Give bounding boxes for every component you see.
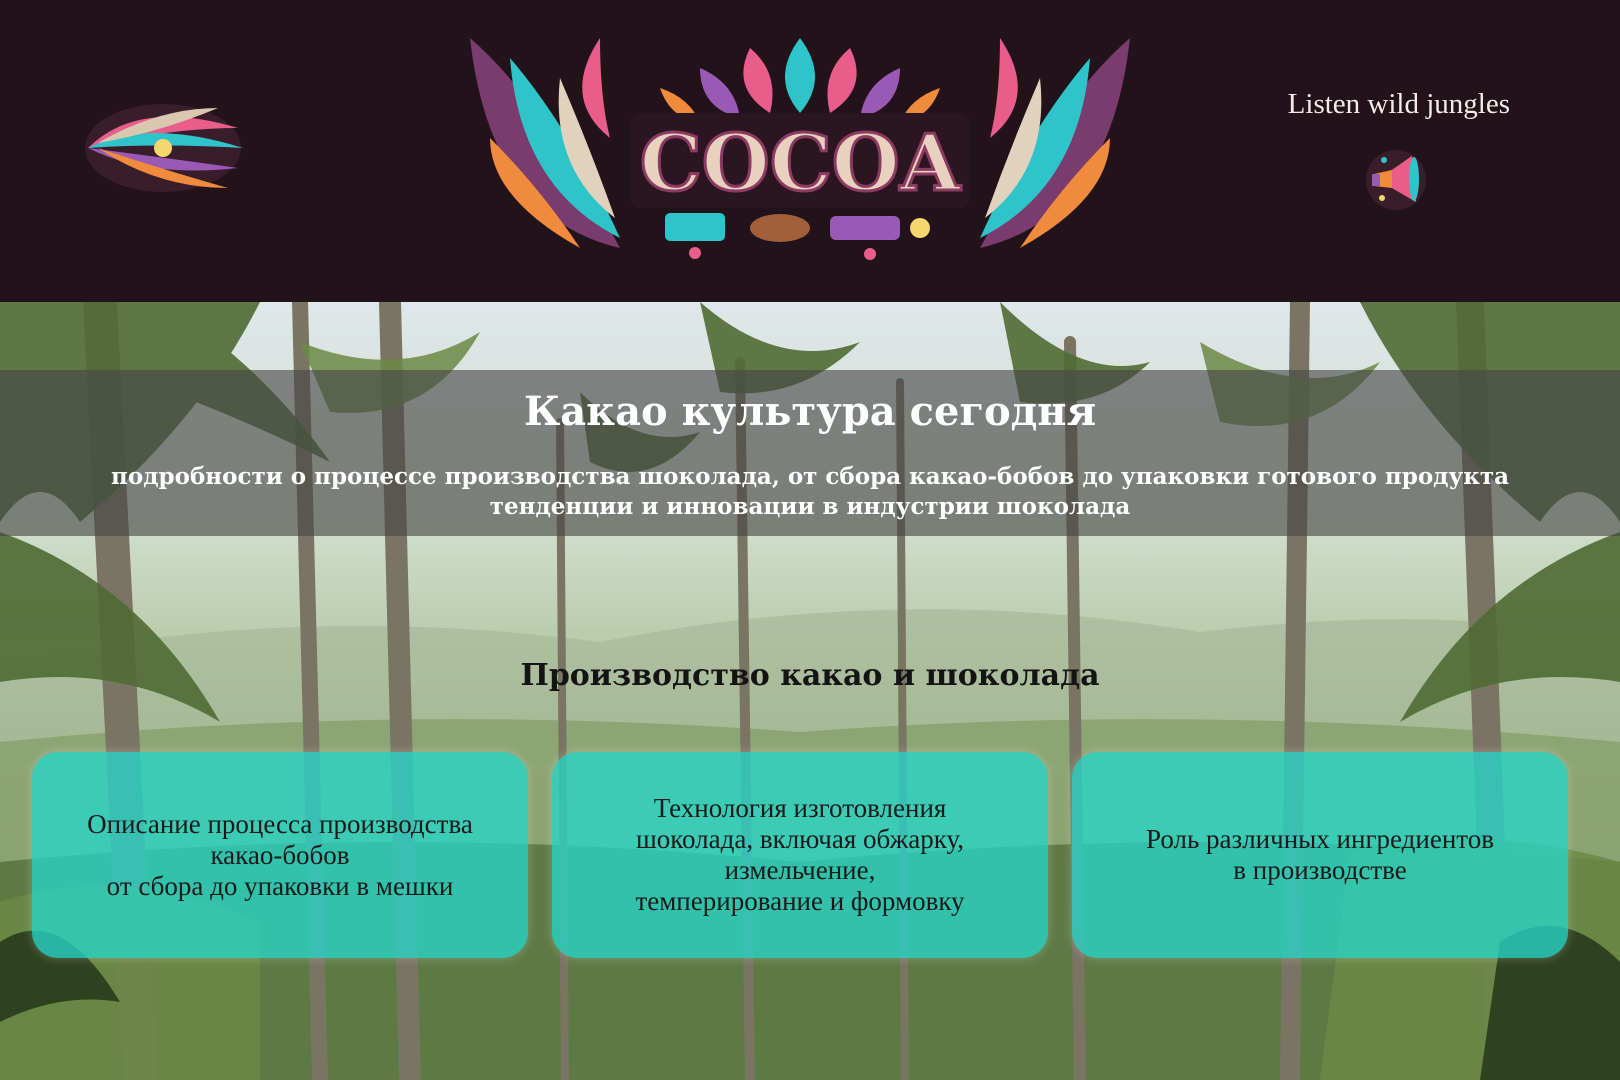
topic-card-ingredients[interactable]: Роль различных ингредиентов в производст… (1072, 752, 1568, 958)
logo-wordmark: COCOA (640, 118, 962, 209)
topic-card-text: Технология изготовления шоколада, включа… (635, 793, 965, 916)
listen-label: Listen wild jungles (1287, 88, 1510, 120)
topic-card-technology[interactable]: Технология изготовления шоколада, включа… (552, 752, 1048, 958)
topic-cards: Описание процесса производства какао-боб… (32, 752, 1588, 958)
topic-card-text: Описание процесса производства какао-боб… (87, 808, 473, 901)
site-header: COCOA Listen wild jungles (0, 0, 1620, 302)
topic-card-text: Роль различных ингредиентов в производст… (1146, 824, 1494, 885)
feather-emblem-icon (85, 104, 243, 192)
cocoa-logo[interactable]: COCOA (450, 18, 1150, 268)
page-title: Какао культура сегодня (523, 388, 1097, 435)
hero-subtitle: подробности о процессе производства шоко… (60, 462, 1560, 522)
jungle-hero: Какао культура сегодня подробности о про… (0, 302, 1620, 1080)
topic-card-beans[interactable]: Описание процесса производства какао-боб… (32, 752, 528, 958)
horn-audio-icon[interactable] (1362, 146, 1430, 214)
hero-subtitle-line2: тенденции и инновации в индустрии шокола… (489, 493, 1131, 520)
section-title: Производство какао и шоколада (520, 658, 1100, 693)
hero-banner: Какао культура сегодня подробности о про… (0, 370, 1620, 536)
hero-subtitle-line1: подробности о процессе производства шоко… (111, 463, 1509, 490)
